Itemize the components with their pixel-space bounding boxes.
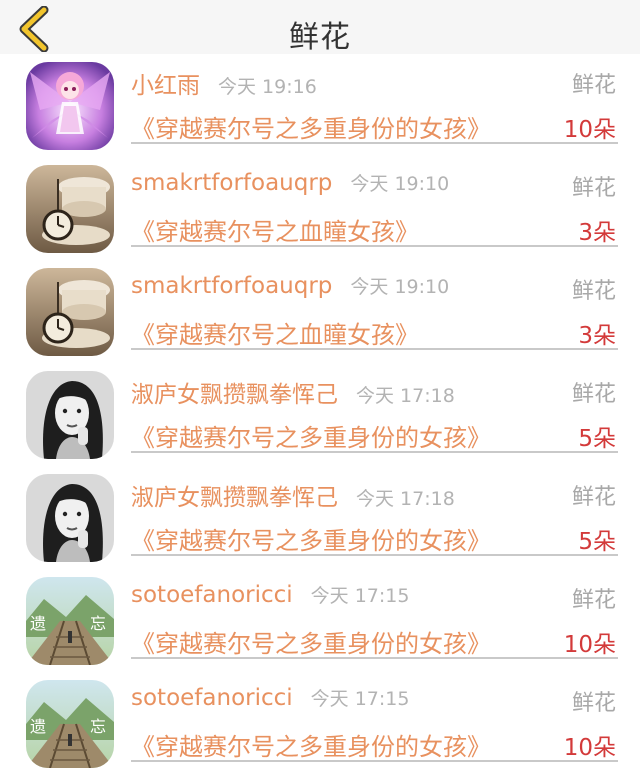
list-item[interactable]: 淑庐女飘攒飘拳恽己 今天 17:18 鲜花 《穿越赛尔号之多重身份的女孩》 5朵 (0, 363, 640, 466)
list-item[interactable]: 小红雨 今天 19:16 鲜花 《穿越赛尔号之多重身份的女孩》 10朵 (0, 54, 640, 157)
book-title-link[interactable]: 《穿越赛尔号之多重身份的女孩》 (131, 418, 491, 453)
page-title: 鲜花 (289, 20, 351, 55)
pocket-watch-avatar-image (26, 165, 114, 253)
flower-count: 3朵 (578, 323, 616, 349)
user-name-text: 小红雨 (131, 73, 200, 99)
bw-portrait-avatar-image (26, 474, 114, 562)
list-item[interactable]: smakrtforfoauqrp 今天 19:10 鲜花 《穿越赛尔号之血瞳女孩》… (0, 157, 640, 260)
gift-type-label: 鲜花 (571, 691, 616, 716)
avatar[interactable] (26, 268, 114, 356)
flower-count: 10朵 (563, 632, 616, 658)
avatar[interactable] (26, 62, 114, 150)
book-title-link[interactable]: 《穿越赛尔号之血瞳女孩》 (131, 315, 419, 350)
flower-count: 5朵 (578, 529, 616, 555)
flower-count: 10朵 (563, 117, 616, 143)
gift-type-label: 鲜花 (571, 382, 616, 407)
nav-header: 鲜花 (0, 0, 640, 62)
avatar[interactable] (26, 474, 114, 562)
flower-count: 3朵 (578, 220, 616, 246)
avatar[interactable]: 遗 忘 (26, 680, 114, 768)
avatar[interactable] (26, 371, 114, 459)
book-title-link[interactable]: 《穿越赛尔号之多重身份的女孩》 (131, 624, 491, 659)
divider (131, 554, 618, 556)
user-name[interactable]: smakrtforfoauqrp 今天 19:10 (131, 169, 449, 196)
timestamp: 今天 19:16 (218, 76, 317, 98)
timestamp: 今天 17:15 (310, 688, 410, 710)
divider (131, 245, 618, 247)
avatar-caption-1: 遗 (30, 614, 46, 633)
avatar[interactable] (26, 165, 114, 253)
list-item[interactable]: 遗 忘 sotoefanoricci 今天 17:15 鲜花 《穿越赛尔号之多重身… (0, 672, 640, 775)
timestamp: 今天 19:10 (350, 173, 450, 195)
flower-count: 10朵 (563, 735, 616, 761)
pocket-watch-avatar-image (26, 268, 114, 356)
divider (131, 760, 618, 762)
book-title-link[interactable]: 《穿越赛尔号之血瞳女孩》 (131, 212, 419, 247)
user-name[interactable]: 小红雨 今天 19:16 (131, 66, 317, 100)
book-title-link[interactable]: 《穿越赛尔号之多重身份的女孩》 (131, 521, 491, 556)
timestamp: 今天 17:15 (310, 585, 410, 607)
avatar[interactable]: 遗 忘 (26, 577, 114, 665)
user-name-text: sotoefanoricci (131, 685, 293, 711)
user-name[interactable]: 淑庐女飘攒飘拳恽己 今天 17:18 (131, 478, 455, 512)
bw-portrait-avatar-image (26, 371, 114, 459)
gift-type-label: 鲜花 (571, 73, 616, 98)
user-name-text: smakrtforfoauqrp (131, 273, 333, 299)
book-title-link[interactable]: 《穿越赛尔号之多重身份的女孩》 (131, 109, 491, 144)
user-name[interactable]: sotoefanoricci 今天 17:15 (131, 684, 409, 711)
gift-type-label: 鲜花 (571, 176, 616, 201)
gift-type-label: 鲜花 (571, 588, 616, 613)
avatar-caption-1: 遗 (30, 717, 46, 736)
railway-avatar-image: 遗 忘 (26, 577, 114, 665)
user-name-text: smakrtforfoauqrp (131, 170, 333, 196)
user-name[interactable]: 淑庐女飘攒飘拳恽己 今天 17:18 (131, 375, 455, 409)
divider (131, 657, 618, 659)
list-item[interactable]: 淑庐女飘攒飘拳恽己 今天 17:18 鲜花 《穿越赛尔号之多重身份的女孩》 5朵 (0, 466, 640, 569)
divider (131, 142, 618, 144)
gift-type-label: 鲜花 (571, 279, 616, 304)
list-item[interactable]: smakrtforfoauqrp 今天 19:10 鲜花 《穿越赛尔号之血瞳女孩》… (0, 260, 640, 363)
avatar-caption-2: 忘 (90, 614, 106, 633)
gift-type-label: 鲜花 (571, 485, 616, 510)
user-name[interactable]: sotoefanoricci 今天 17:15 (131, 581, 409, 608)
railway-avatar-image: 遗 忘 (26, 680, 114, 768)
user-name-text: 淑庐女飘攒飘拳恽己 (131, 485, 338, 511)
avatar-caption-2: 忘 (90, 717, 106, 736)
anime-girl-avatar-image (26, 62, 114, 150)
user-name[interactable]: smakrtforfoauqrp 今天 19:10 (131, 272, 449, 299)
book-title-link[interactable]: 《穿越赛尔号之多重身份的女孩》 (131, 727, 491, 762)
divider (131, 451, 618, 453)
gift-list: 小红雨 今天 19:16 鲜花 《穿越赛尔号之多重身份的女孩》 10朵 smak… (0, 54, 640, 775)
list-item[interactable]: 遗 忘 sotoefanoricci 今天 17:15 鲜花 《穿越赛尔号之多重身… (0, 569, 640, 672)
user-name-text: sotoefanoricci (131, 582, 293, 608)
timestamp: 今天 17:18 (356, 385, 455, 407)
flower-count: 5朵 (578, 426, 616, 452)
timestamp: 今天 17:18 (356, 488, 455, 510)
user-name-text: 淑庐女飘攒飘拳恽己 (131, 382, 338, 408)
timestamp: 今天 19:10 (350, 276, 450, 298)
divider (131, 348, 618, 350)
